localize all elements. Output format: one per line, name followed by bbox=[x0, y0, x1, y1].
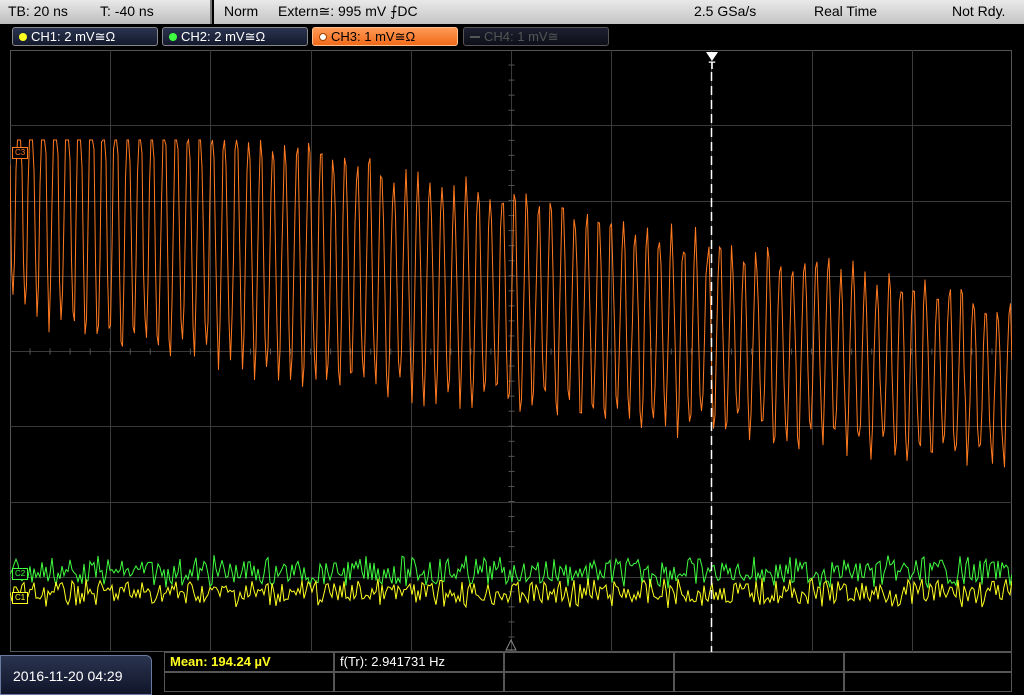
mean-measurement[interactable]: Mean: 194.24 µV bbox=[164, 652, 334, 672]
trigger-marker-label: T bbox=[708, 60, 716, 72]
acquisition-mode-label: Real Time bbox=[814, 3, 878, 19]
trigger-source-label: Extern≅: 995 mV ⨍DC bbox=[278, 3, 418, 19]
measurement-slot-3[interactable] bbox=[504, 652, 674, 672]
ch1-button[interactable]: CH1: 2 mV≅Ω bbox=[12, 27, 158, 46]
timebase-panel[interactable]: TB: 20 ns T: -40 ns bbox=[0, 0, 212, 24]
ch2-dot-icon bbox=[169, 33, 177, 41]
datetime-label: 2016-11-20 04:29 bbox=[13, 668, 123, 684]
ch2-marker[interactable]: C2 bbox=[12, 568, 29, 580]
ch4-dash-icon bbox=[470, 36, 480, 38]
measurement-slot-10[interactable] bbox=[844, 672, 1012, 692]
ch3-marker[interactable]: C3 bbox=[12, 147, 29, 159]
ch1-label: CH1: 2 mV≅Ω bbox=[31, 29, 116, 44]
waveform-grid bbox=[10, 50, 1012, 652]
ch4-button[interactable]: CH4: 1 mV≅ bbox=[463, 27, 609, 46]
channel-row: CH1: 2 mV≅Ω CH2: 2 mV≅Ω CH3: 1 mV≅Ω CH4:… bbox=[0, 24, 1024, 50]
run-status-label: Not Rdy. bbox=[952, 3, 1006, 19]
measurement-slot-4[interactable] bbox=[674, 652, 844, 672]
ch2-button[interactable]: CH2: 2 mV≅Ω bbox=[162, 27, 308, 46]
measurement-slot-8[interactable] bbox=[504, 672, 674, 692]
timebase-label: TB: 20 ns bbox=[8, 3, 68, 19]
measurement-slot-9[interactable] bbox=[674, 672, 844, 692]
datetime-panel: 2016-11-20 04:29 bbox=[0, 655, 152, 695]
trigger-panel[interactable]: Norm Extern≅: 995 mV ⨍DC 2.5 GSa/s Real … bbox=[214, 0, 1024, 24]
ch3-label: CH3: 1 mV≅Ω bbox=[331, 29, 416, 44]
ch1-marker[interactable]: C1 bbox=[12, 592, 29, 604]
ch2-label: CH2: 2 mV≅Ω bbox=[181, 29, 266, 44]
ch3-dot-icon bbox=[319, 33, 327, 41]
measurement-slot-7[interactable] bbox=[334, 672, 504, 692]
ch1-dot-icon bbox=[19, 33, 27, 41]
status-bar: TB: 20 ns T: -40 ns Norm Extern≅: 995 mV… bbox=[0, 0, 1024, 24]
trigger-mode-label: Norm bbox=[224, 3, 259, 19]
trigger-time-label: T: -40 ns bbox=[100, 3, 154, 19]
measurement-panel: Mean: 194.24 µV f(Tr): 2.941731 Hz bbox=[164, 652, 1012, 695]
trigger-position-marker[interactable]: T bbox=[705, 52, 719, 76]
measurement-slot-5[interactable] bbox=[844, 652, 1012, 672]
ch4-label: CH4: 1 mV≅ bbox=[484, 29, 559, 44]
waveform-display[interactable]: C3 C2 C1 T bbox=[10, 50, 1012, 652]
ch3-button[interactable]: CH3: 1 mV≅Ω bbox=[312, 27, 458, 46]
measurement-slot-6[interactable] bbox=[164, 672, 334, 692]
sample-rate-label: 2.5 GSa/s bbox=[694, 3, 757, 19]
frequency-measurement[interactable]: f(Tr): 2.941731 Hz bbox=[334, 652, 504, 672]
